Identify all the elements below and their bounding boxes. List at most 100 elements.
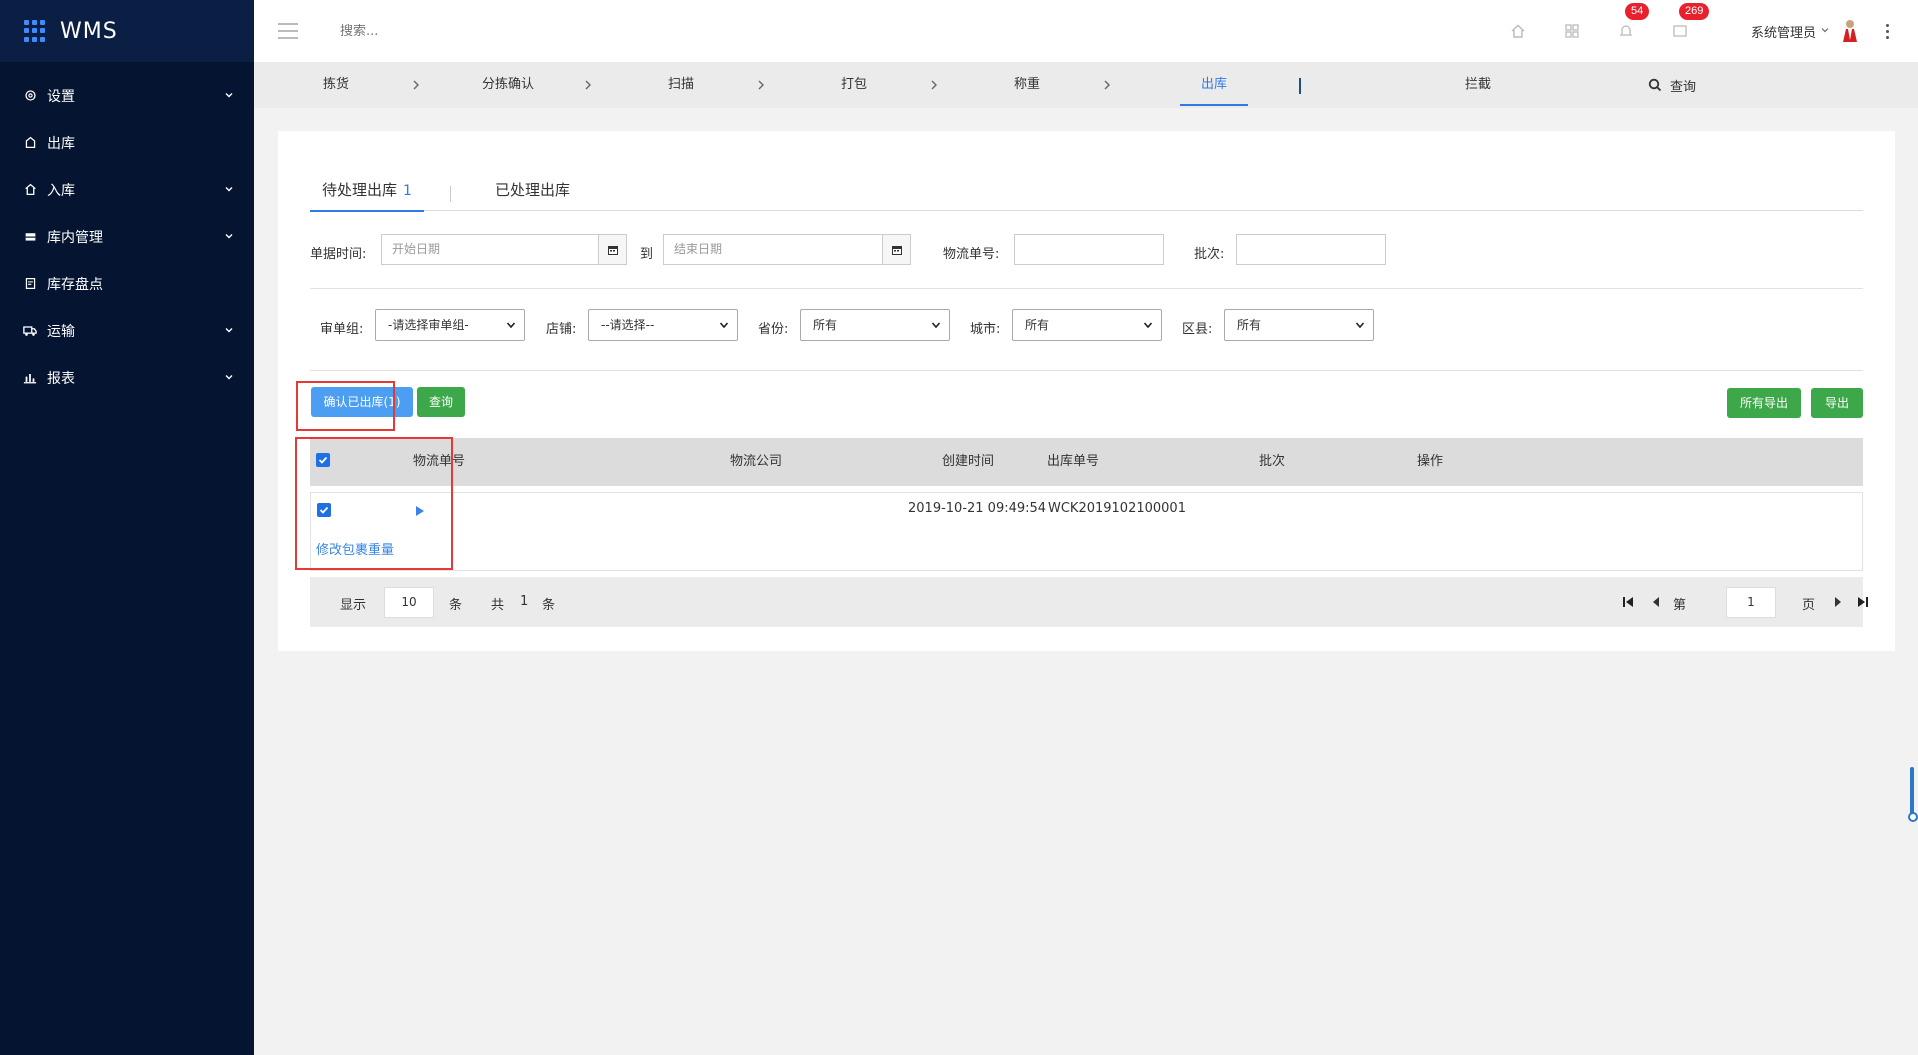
cell-outbound-no: WCK2019102100001 [1048,501,1186,516]
column-header-outbound-no: 出库单号 [1047,454,1100,469]
step-outbound[interactable]: 出库 [1180,62,1248,108]
last-page-icon[interactable] [1856,595,1870,609]
shop-label: 店铺: [546,322,577,337]
brand[interactable]: WMS [0,0,254,62]
end-date-input[interactable]: 结束日期 [663,234,883,265]
district-select[interactable]: 所有 [1224,309,1374,341]
divider [310,370,1863,371]
tab-processed-outbound[interactable]: 已处理出库 [483,179,582,212]
sidebar-item-warehouse[interactable]: 库内管理 [0,213,254,260]
shop-select[interactable]: --请选择-- [588,309,738,341]
district-value: 所有 [1237,318,1262,332]
batch-label: 批次: [1194,247,1225,262]
sidebar: WMS 设置 出库 入库 库内管理 库存盘点 运输 报表 [0,0,254,1055]
tracking-label: 物流单号: [943,247,1000,262]
step-picking[interactable]: 拣货 [306,62,366,108]
doc-time-label: 单据时间: [310,247,367,262]
chevron-right-icon [585,80,591,90]
highlight-box-confirm [296,381,395,431]
step-scanning[interactable]: 扫描 [651,62,711,108]
chevron-down-icon [224,184,236,196]
avatar[interactable] [1840,18,1860,44]
step-query-button[interactable]: 查询 [1648,62,1696,108]
menu-toggle-icon[interactable] [278,23,298,39]
outbound-icon [22,135,38,151]
chevron-right-icon [413,80,419,90]
inbound-icon [22,182,38,198]
chevron-down-icon [224,90,236,102]
table-header: 物流单号 物流公司 创建时间 出库单号 批次 操作 [310,438,1863,486]
export-button[interactable]: 导出 [1811,388,1863,418]
apps-grid-icon[interactable] [1561,20,1583,42]
first-page-icon[interactable] [1621,595,1635,609]
export-all-button[interactable]: 所有导出 [1727,388,1801,418]
home-icon[interactable] [1507,20,1529,42]
sidebar-item-reports[interactable]: 报表 [0,354,254,401]
query-button[interactable]: 查询 [417,387,465,417]
tab-processed-label: 已处理出库 [495,181,571,199]
current-page-input[interactable]: 1 [1726,587,1776,618]
column-header-company: 物流公司 [730,454,783,469]
sidebar-item-transport[interactable]: 运输 [0,307,254,354]
sidebar-nav: 设置 出库 入库 库内管理 库存盘点 运输 报表 [0,62,254,401]
province-value: 所有 [813,318,838,332]
message-icon[interactable]: 269 [1669,3,1710,42]
calendar-icon[interactable] [598,234,627,265]
outbound-tabs: 待处理出库 1 已处理出库 [310,179,1863,212]
bell-icon[interactable]: 54 [1615,3,1650,42]
top-header: 54 269 系统管理员 [254,0,1918,62]
sidebar-item-outbound[interactable]: 出库 [0,119,254,166]
step-divider [1299,78,1301,94]
process-steps: 拣货 分拣确认 扫描 打包 称重 出库 拦截 查询 [254,62,1918,108]
start-date-input[interactable]: 开始日期 [381,234,599,265]
column-header-batch: 批次 [1259,454,1286,469]
calendar-icon[interactable] [882,234,911,265]
batch-input[interactable] [1236,234,1386,265]
pager-unit-label: 条 [449,598,463,613]
step-query-label: 查询 [1670,79,1697,95]
province-select[interactable]: 所有 [800,309,950,341]
sidebar-item-label: 库内管理 [47,229,103,246]
sidebar-item-label: 入库 [47,182,75,199]
bar-chart-icon [22,370,38,386]
chevron-right-icon [758,80,764,90]
prev-page-icon[interactable] [1649,595,1663,609]
step-intercept[interactable]: 拦截 [1448,62,1508,108]
search-icon [1648,78,1662,92]
sidebar-item-label: 库存盘点 [47,276,103,293]
scrollbar-knob[interactable] [1908,812,1918,822]
chevron-down-icon[interactable] [1820,24,1830,39]
pager-page-suffix: 页 [1802,598,1816,613]
step-packing[interactable]: 打包 [824,62,884,108]
search-input[interactable] [340,23,640,39]
divider [310,288,1863,289]
notifications-badge: 54 [1624,3,1650,20]
to-label: 到 [640,247,654,262]
inventory-icon [22,276,38,292]
more-vertical-icon[interactable] [1886,23,1890,39]
pager-total-count: 1 [520,594,529,609]
sidebar-item-label: 运输 [47,323,75,340]
sidebar-item-inbound[interactable]: 入库 [0,166,254,213]
sidebar-item-settings[interactable]: 设置 [0,72,254,119]
highlight-box-row [295,437,453,570]
table-row: 2019-10-21 09:49:54 WCK2019102100001 修改包… [310,492,1863,571]
province-label: 省份: [758,322,789,337]
chevron-down-icon [224,231,236,243]
audit-group-value: -请选择审单组- [388,318,469,332]
gear-icon [22,88,38,104]
column-header-action: 操作 [1417,454,1444,469]
step-weighing[interactable]: 称重 [997,62,1057,108]
next-page-icon[interactable] [1831,595,1845,609]
chevron-right-icon [1104,80,1110,90]
tab-pending-outbound[interactable]: 待处理出库 1 [310,179,424,212]
user-name[interactable]: 系统管理员 [1751,22,1816,41]
sidebar-item-inventory[interactable]: 库存盘点 [0,260,254,307]
page-size-input[interactable]: 10 [384,587,434,618]
city-select[interactable]: 所有 [1012,309,1162,341]
step-sorting-confirm[interactable]: 分拣确认 [466,62,550,108]
warehouse-icon [22,229,38,245]
tracking-input[interactable] [1014,234,1164,265]
audit-group-select[interactable]: -请选择审单组- [375,309,525,341]
truck-icon [22,323,38,339]
